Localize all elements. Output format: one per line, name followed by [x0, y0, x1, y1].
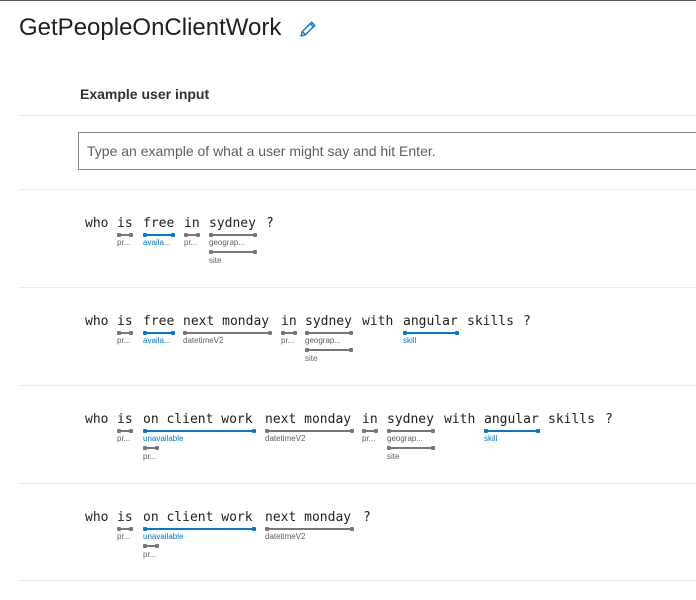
utterance-row[interactable]: who is free next monday in sydney with a…	[85, 314, 685, 404]
token: with	[362, 314, 394, 329]
entity-bar[interactable]	[484, 429, 540, 433]
entity-bar[interactable]	[143, 331, 175, 335]
token[interactable]: is	[117, 510, 133, 526]
token[interactable]: next monday	[183, 314, 269, 330]
entity-label: pr...	[117, 336, 131, 345]
entity-label: geograp...	[209, 238, 246, 247]
example-utterance-input[interactable]	[79, 133, 696, 169]
entity-bar[interactable]	[117, 233, 133, 237]
entity-bar[interactable]	[183, 331, 272, 335]
divider	[19, 287, 696, 288]
token[interactable]: next monday	[265, 412, 351, 428]
entity-label: site	[209, 256, 222, 265]
divider	[19, 580, 696, 581]
entity-bar[interactable]	[117, 527, 133, 531]
entity-bar[interactable]	[117, 429, 133, 433]
entity-label: skill	[403, 336, 417, 345]
token[interactable]: free	[143, 314, 174, 330]
token[interactable]: in	[184, 216, 200, 232]
entity-label: datetimeV2	[265, 434, 306, 443]
entity-bar[interactable]	[209, 250, 257, 254]
entity-label: pr...	[143, 550, 157, 559]
divider	[19, 115, 696, 116]
entity-label: geograp...	[387, 434, 424, 443]
utterance-row[interactable]: who is on client work next monday ? pr..…	[85, 510, 685, 600]
token: who	[85, 412, 109, 427]
token: skills	[467, 314, 514, 329]
token[interactable]: angular	[403, 314, 458, 330]
entity-label: datetimeV2	[183, 336, 224, 345]
divider	[19, 483, 696, 484]
token[interactable]: in	[362, 412, 378, 428]
entity-bar[interactable]	[387, 446, 435, 450]
entity-label: pr...	[362, 434, 376, 443]
entity-label: pr...	[143, 452, 157, 461]
entity-label: pr...	[117, 238, 131, 247]
token: ?	[605, 412, 613, 427]
entity-bar[interactable]	[209, 233, 257, 237]
entity-label: pr...	[184, 238, 198, 247]
token: who	[85, 314, 109, 329]
entity-bar[interactable]	[403, 331, 459, 335]
entity-bar[interactable]	[143, 233, 175, 237]
entity-label: pr...	[117, 434, 131, 443]
token[interactable]: sydney	[387, 412, 434, 428]
token: ?	[363, 510, 371, 525]
entity-bar[interactable]	[143, 429, 256, 433]
token[interactable]: is	[117, 314, 133, 330]
token[interactable]: sydney	[209, 216, 256, 232]
token[interactable]: free	[143, 216, 174, 232]
entity-label: availa...	[143, 238, 171, 247]
entity-bar[interactable]	[184, 233, 200, 237]
entity-bar[interactable]	[265, 527, 354, 531]
entity-label: geograp...	[305, 336, 342, 345]
entity-label: unavailable	[143, 434, 184, 443]
token: who	[85, 510, 109, 525]
entity-bar[interactable]	[143, 446, 159, 450]
intent-title: GetPeopleOnClientWork	[19, 14, 282, 41]
entity-label: site	[387, 452, 400, 461]
token[interactable]: on client work	[143, 412, 253, 428]
token: ?	[523, 314, 531, 329]
example-input-box[interactable]	[78, 132, 696, 170]
token[interactable]: next monday	[265, 510, 351, 526]
token[interactable]: in	[281, 314, 297, 330]
token: skills	[548, 412, 595, 427]
entity-label: skill	[484, 434, 498, 443]
entity-bar[interactable]	[117, 331, 133, 335]
example-input-label: Example user input	[80, 86, 210, 102]
entity-bar[interactable]	[265, 429, 354, 433]
entity-label: pr...	[281, 336, 295, 345]
divider	[19, 385, 696, 386]
token[interactable]: sydney	[305, 314, 352, 330]
entity-bar[interactable]	[281, 331, 297, 335]
utterance-row[interactable]: who is on client work next monday in syd…	[85, 412, 685, 502]
token[interactable]: is	[117, 412, 133, 428]
window-top-border	[0, 0, 696, 1]
entity-label: availa...	[143, 336, 171, 345]
pencil-icon[interactable]	[298, 19, 318, 39]
entity-bar[interactable]	[387, 429, 435, 433]
token: ?	[266, 216, 274, 231]
token[interactable]: angular	[484, 412, 539, 428]
divider	[19, 189, 696, 190]
utterance-row[interactable]: who is free in sydney ? pr... availa... …	[85, 216, 685, 306]
token: who	[85, 216, 109, 231]
entity-label: pr...	[117, 532, 131, 541]
entity-bar[interactable]	[362, 429, 378, 433]
entity-label: site	[305, 354, 318, 363]
entity-label: datetimeV2	[265, 532, 306, 541]
entity-bar[interactable]	[143, 527, 256, 531]
token[interactable]: is	[117, 216, 133, 232]
token[interactable]: on client work	[143, 510, 253, 526]
entity-bar[interactable]	[305, 331, 353, 335]
entity-bar[interactable]	[143, 544, 159, 548]
entity-label: unavailable	[143, 532, 184, 541]
token: with	[444, 412, 476, 427]
entity-bar[interactable]	[305, 348, 353, 352]
